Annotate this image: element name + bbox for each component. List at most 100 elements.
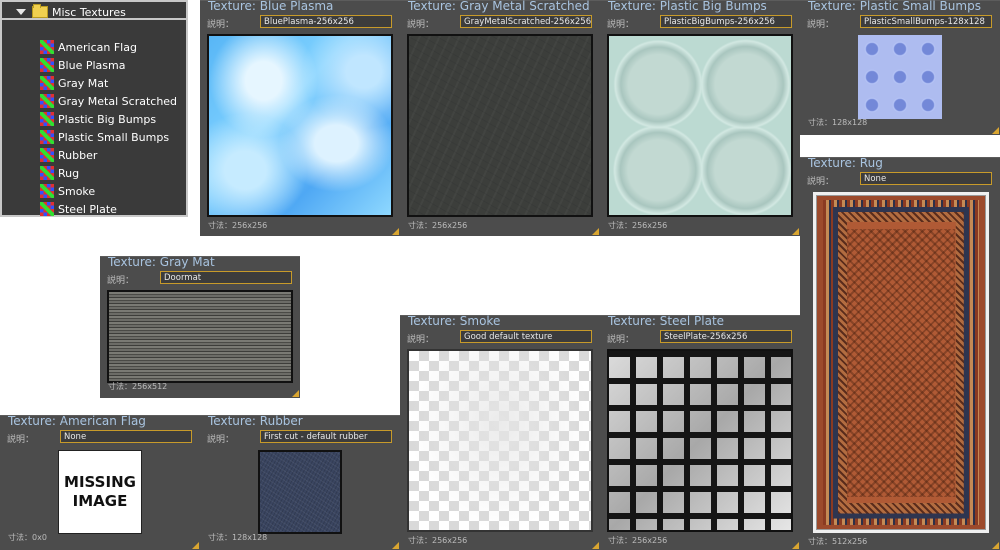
texture-image	[407, 34, 593, 217]
resize-grip-icon[interactable]	[592, 542, 599, 549]
texture-preview-gray-mat[interactable]: Texture: Gray Mat 説明： Doormat 寸法：256x512	[100, 255, 300, 398]
description-field[interactable]: SteelPlate-256x256	[660, 330, 792, 343]
texture-preview-steel-plate[interactable]: Texture: Steel Plate 説明： SteelPlate-256x…	[600, 314, 800, 550]
description-field[interactable]: GrayMetalScratched-256x256	[460, 15, 592, 28]
texture-preview-smoke[interactable]: Texture: Smoke 説明： Good default texture …	[400, 314, 600, 550]
tree-item-label: Steel Plate	[58, 202, 117, 216]
texture-preview-rug[interactable]: Texture: Rug 説明： None 寸法：512x256	[800, 156, 1000, 550]
texture-preview-rubber[interactable]: Texture: Rubber 説明： First cut - default …	[200, 414, 400, 550]
resize-grip-icon[interactable]	[592, 228, 599, 235]
tree-item-gray-mat[interactable]: Gray Mat	[40, 74, 177, 92]
description-field[interactable]: PlasticBigBumps-256x256	[660, 15, 792, 28]
texture-icon	[40, 58, 54, 72]
texture-image	[107, 290, 293, 383]
description-label: 説明：	[407, 335, 435, 345]
description-field[interactable]: PlasticSmallBumps-128x128	[860, 15, 992, 28]
texture-preview-plastic-small-bumps[interactable]: Texture: Plastic Small Bumps 説明： Plastic…	[800, 0, 1000, 135]
description-field[interactable]: Doormat	[160, 271, 292, 284]
description-label: 説明：	[407, 20, 435, 30]
panel-title[interactable]: Texture: Blue Plasma	[208, 0, 333, 13]
description-field[interactable]: None	[860, 172, 992, 185]
panel-title[interactable]: Texture: American Flag	[8, 414, 146, 428]
description-label: 説明：	[807, 20, 835, 30]
texture-icon	[40, 130, 54, 144]
description-label: 説明：	[607, 20, 635, 30]
tree-item-label: Blue Plasma	[58, 58, 126, 72]
texture-preview-american-flag[interactable]: Texture: American Flag 説明： None MISSING …	[0, 414, 200, 550]
tree-item-blue-plasma[interactable]: Blue Plasma	[40, 56, 177, 74]
texture-icon	[40, 202, 54, 216]
description-label: 説明：	[107, 276, 135, 286]
texture-icon	[40, 184, 54, 198]
resize-grip-icon[interactable]	[192, 542, 199, 549]
tree-item-plastic-small-bumps[interactable]: Plastic Small Bumps	[40, 128, 177, 146]
texture-preview-plastic-big-bumps[interactable]: Texture: Plastic Big Bumps 説明： PlasticBi…	[600, 0, 800, 236]
resize-grip-icon[interactable]	[292, 390, 299, 397]
folder-label: Misc Textures	[52, 5, 126, 19]
dimensions-label: 寸法：256x512	[108, 382, 168, 391]
resize-grip-icon[interactable]	[792, 542, 799, 549]
folder-icon	[32, 4, 48, 18]
dimensions-label: 寸法：256x256	[608, 221, 668, 230]
tree-item-plastic-big-bumps[interactable]: Plastic Big Bumps	[40, 110, 177, 128]
panel-title[interactable]: Texture: Plastic Big Bumps	[608, 0, 767, 13]
panel-title[interactable]: Texture: Gray Mat	[108, 255, 215, 269]
inventory-folder-header[interactable]: Misc Textures	[0, 0, 188, 20]
dimensions-label: 寸法：512x256	[808, 537, 868, 546]
texture-icon	[40, 76, 54, 90]
tree-item-american-flag[interactable]: American Flag	[40, 38, 177, 56]
texture-icon	[40, 112, 54, 126]
dimensions-label: 寸法：256x256	[608, 536, 668, 545]
tree-item-label: Smoke	[58, 184, 96, 198]
dimensions-label: 寸法：256x256	[408, 536, 468, 545]
description-label: 説明：	[607, 335, 635, 345]
texture-image	[607, 34, 793, 217]
dimensions-label: 寸法：256x256	[408, 221, 468, 230]
panel-title[interactable]: Texture: Plastic Small Bumps	[808, 0, 981, 13]
tree-item-label: Plastic Big Bumps	[58, 112, 157, 126]
texture-preview-gray-metal-scratched[interactable]: Texture: Gray Metal Scratched 説明： GrayMe…	[400, 0, 600, 236]
expand-triangle-icon[interactable]	[16, 9, 26, 15]
texture-image	[407, 349, 593, 532]
panel-title[interactable]: Texture: Gray Metal Scratched	[408, 0, 590, 13]
tree-item-rubber[interactable]: Rubber	[40, 146, 177, 164]
missing-image-text: MISSING	[64, 473, 136, 491]
tree-item-label: Gray Metal Scratched	[58, 94, 178, 108]
resize-grip-icon[interactable]	[992, 127, 999, 134]
description-label: 説明：	[207, 20, 235, 30]
tree-item-rug[interactable]: Rug	[40, 164, 177, 182]
panel-title[interactable]: Texture: Rubber	[208, 414, 303, 428]
description-field[interactable]: First cut - default rubber	[260, 430, 392, 443]
texture-icon	[40, 40, 54, 54]
tree-item-steel-plate[interactable]: Steel Plate	[40, 200, 177, 218]
description-field[interactable]: Good default texture	[460, 330, 592, 343]
panel-title[interactable]: Texture: Steel Plate	[608, 314, 724, 328]
tree-item-gray-metal-scratched[interactable]: Gray Metal Scratched	[40, 92, 177, 110]
tree-item-label: Plastic Small Bumps	[58, 130, 170, 144]
tree-item-label: Gray Mat	[58, 76, 109, 90]
resize-grip-icon[interactable]	[392, 542, 399, 549]
tree-item-label: American Flag	[58, 40, 137, 54]
tree-item-label: Rug	[58, 166, 80, 180]
description-field[interactable]: BluePlasma-256x256	[260, 15, 392, 28]
tree-item-smoke[interactable]: Smoke	[40, 182, 177, 200]
dimensions-label: 寸法：128x128	[208, 533, 268, 542]
resize-grip-icon[interactable]	[792, 228, 799, 235]
dimensions-label: 寸法：256x256	[208, 221, 268, 230]
panel-title[interactable]: Texture: Rug	[808, 156, 883, 170]
missing-image-placeholder: MISSING IMAGE	[58, 450, 142, 534]
texture-image	[258, 450, 342, 534]
texture-image	[607, 349, 793, 532]
texture-image	[813, 192, 989, 533]
dimensions-label: 寸法：128x128	[808, 118, 868, 127]
resize-grip-icon[interactable]	[992, 542, 999, 549]
texture-icon	[40, 148, 54, 162]
description-field[interactable]: None	[60, 430, 192, 443]
missing-image-text: IMAGE	[72, 492, 128, 510]
texture-preview-blue-plasma[interactable]: Texture: Blue Plasma 説明： BluePlasma-256x…	[200, 0, 400, 236]
panel-title[interactable]: Texture: Smoke	[408, 314, 500, 328]
texture-image	[858, 35, 942, 119]
texture-image	[207, 34, 393, 217]
resize-grip-icon[interactable]	[392, 228, 399, 235]
texture-list: American Flag Blue Plasma Gray Mat Gray …	[40, 38, 177, 218]
